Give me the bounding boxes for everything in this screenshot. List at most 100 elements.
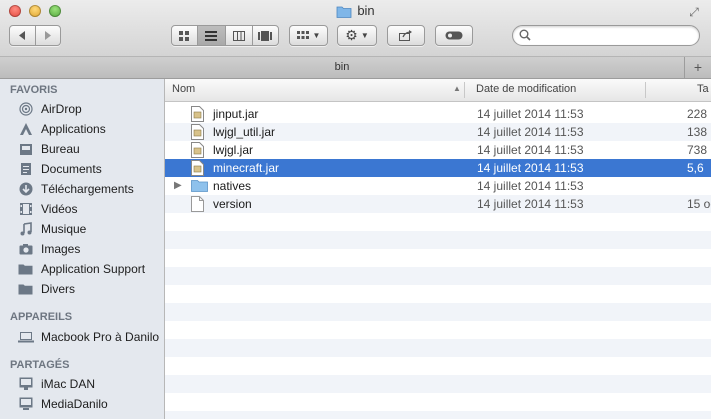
empty-row [165, 411, 711, 419]
column-view-button[interactable] [226, 26, 253, 45]
tab-bin[interactable]: bin [0, 61, 684, 73]
empty-row [165, 267, 711, 285]
columns-icon [232, 30, 245, 41]
sidebar-item-mediadanilo[interactable]: MediaDanilo [17, 394, 164, 414]
nav-back-forward [9, 25, 61, 46]
sidebar-item-label: Documents [41, 162, 102, 176]
desktop-icon [17, 141, 34, 157]
file-row-selected[interactable]: minecraft.jar 14 juillet 2014 11:53 5,6 [165, 159, 711, 177]
sidebar-item-music[interactable]: Musique [17, 219, 164, 239]
disclosure-triangle-icon[interactable]: ▶ [174, 180, 182, 191]
sidebar-item-documents[interactable]: Documents [17, 159, 164, 179]
file-size: 228 [687, 107, 708, 121]
new-tab-button[interactable]: + [684, 57, 711, 78]
coverflow-view-button[interactable] [253, 26, 278, 45]
search-field[interactable] [512, 25, 700, 46]
file-name: lwjgl.jar [213, 143, 254, 157]
folder-icon [17, 281, 34, 297]
file-name: minecraft.jar [213, 161, 280, 175]
sidebar-item-imac[interactable]: iMac DAN [17, 374, 164, 394]
window-title-text: bin [357, 3, 375, 18]
sidebar-item-label: Bureau [41, 142, 80, 156]
file-date: 14 juillet 2014 11:53 [477, 197, 584, 211]
camera-icon [17, 241, 34, 257]
column-date[interactable]: Date de modification [476, 83, 576, 95]
file-date: 14 juillet 2014 11:53 [477, 143, 584, 157]
search-input[interactable] [535, 28, 695, 42]
tab-bar: bin + [0, 57, 711, 79]
sidebar-item-desktop[interactable]: Bureau [17, 139, 164, 159]
file-list: Nom ▲ Date de modification Ta jinput.jar… [165, 79, 711, 419]
sidebar-item-divers[interactable]: Divers [17, 279, 164, 299]
edit-tags-button[interactable] [435, 25, 473, 46]
file-row[interactable]: version 14 juillet 2014 11:53 15 oct [165, 195, 711, 213]
imac-icon [17, 376, 34, 392]
back-button[interactable] [10, 26, 36, 45]
file-date: 14 juillet 2014 11:53 [477, 125, 584, 139]
sidebar-item-airdrop[interactable]: AirDrop [17, 99, 164, 119]
chevron-down-icon: ▼ [360, 31, 369, 40]
share-button[interactable] [387, 25, 425, 46]
sidebar-item-downloads[interactable]: Téléchargements [17, 179, 164, 199]
file-size: 15 oct [687, 197, 711, 211]
column-separator[interactable] [464, 82, 465, 98]
arrange-button[interactable]: ▼ [289, 25, 328, 46]
monitor-icon [17, 396, 34, 412]
file-row[interactable]: lwjgl.jar 14 juillet 2014 11:53 738 [165, 141, 711, 159]
sidebar-item-label: AirDrop [41, 102, 82, 116]
tag-icon [445, 31, 463, 40]
sidebar-header-favorites: FAVORIS [10, 84, 58, 96]
documents-icon [17, 161, 34, 177]
sidebar-item-label: Application Support [41, 262, 146, 276]
sidebar-item-label: iMac DAN [41, 377, 96, 391]
window-toolbar: bin ⤢ ▼ ⚙ ▼ [0, 0, 711, 57]
sidebar-header-devices: APPAREILS [10, 311, 73, 323]
folder-icon [191, 179, 208, 195]
file-date: 14 juillet 2014 11:53 [477, 107, 584, 121]
sidebar-item-videos[interactable]: Vidéos [17, 199, 164, 219]
sort-caret-icon: ▲ [453, 84, 461, 93]
list-icon [205, 30, 218, 41]
sidebar-item-label: Téléchargements [41, 182, 134, 196]
file-date: 14 juillet 2014 11:53 [477, 161, 584, 175]
sidebar-item-label: Applications [41, 122, 106, 136]
airdrop-icon [17, 101, 34, 117]
sidebar-item-label: Macbook Pro à Danilo [41, 330, 160, 344]
list-view-button[interactable] [198, 26, 226, 45]
empty-row [165, 231, 711, 249]
empty-row [165, 303, 711, 321]
sidebar-item-images[interactable]: Images [17, 239, 164, 259]
file-size: 5,6 [687, 161, 704, 175]
empty-row [165, 375, 711, 393]
forward-button[interactable] [36, 26, 61, 45]
column-separator[interactable] [645, 82, 646, 98]
file-row[interactable]: jinput.jar 14 juillet 2014 11:53 228 [165, 105, 711, 123]
column-name[interactable]: Nom [172, 83, 195, 95]
sidebar-item-label: MediaDanilo [41, 397, 108, 411]
sidebar-item-label: Divers [41, 282, 76, 296]
file-row[interactable]: lwjgl_util.jar 14 juillet 2014 11:53 138 [165, 123, 711, 141]
folder-row[interactable]: ▶ natives 14 juillet 2014 11:53 [165, 177, 711, 195]
sidebar: FAVORIS AirDrop Applications Bureau Docu… [0, 79, 165, 419]
search-icon [519, 29, 531, 41]
grid-icon [179, 30, 190, 41]
column-header: Nom ▲ Date de modification Ta [165, 79, 711, 102]
sidebar-item-macbook[interactable]: Macbook Pro à Danilo [17, 327, 164, 347]
action-button[interactable]: ⚙ ▼ [337, 25, 377, 46]
music-icon [17, 221, 34, 237]
file-size: 138 [687, 125, 708, 139]
column-size[interactable]: Ta [697, 83, 709, 95]
file-date: 14 juillet 2014 11:53 [477, 179, 584, 193]
arrange-icon [296, 30, 309, 39]
sidebar-item-application-support[interactable]: Application Support [17, 259, 164, 279]
document-file-icon [191, 196, 204, 215]
file-name: lwjgl_util.jar [213, 125, 276, 139]
file-name: jinput.jar [213, 107, 259, 121]
chevron-down-icon: ▼ [312, 31, 321, 40]
icon-view-button[interactable] [172, 26, 199, 45]
empty-row [165, 339, 711, 357]
fullscreen-icon[interactable]: ⤢ [687, 5, 701, 19]
coverflow-icon [258, 30, 273, 41]
sidebar-item-label: Images [41, 242, 81, 256]
sidebar-item-applications[interactable]: Applications [17, 119, 164, 139]
